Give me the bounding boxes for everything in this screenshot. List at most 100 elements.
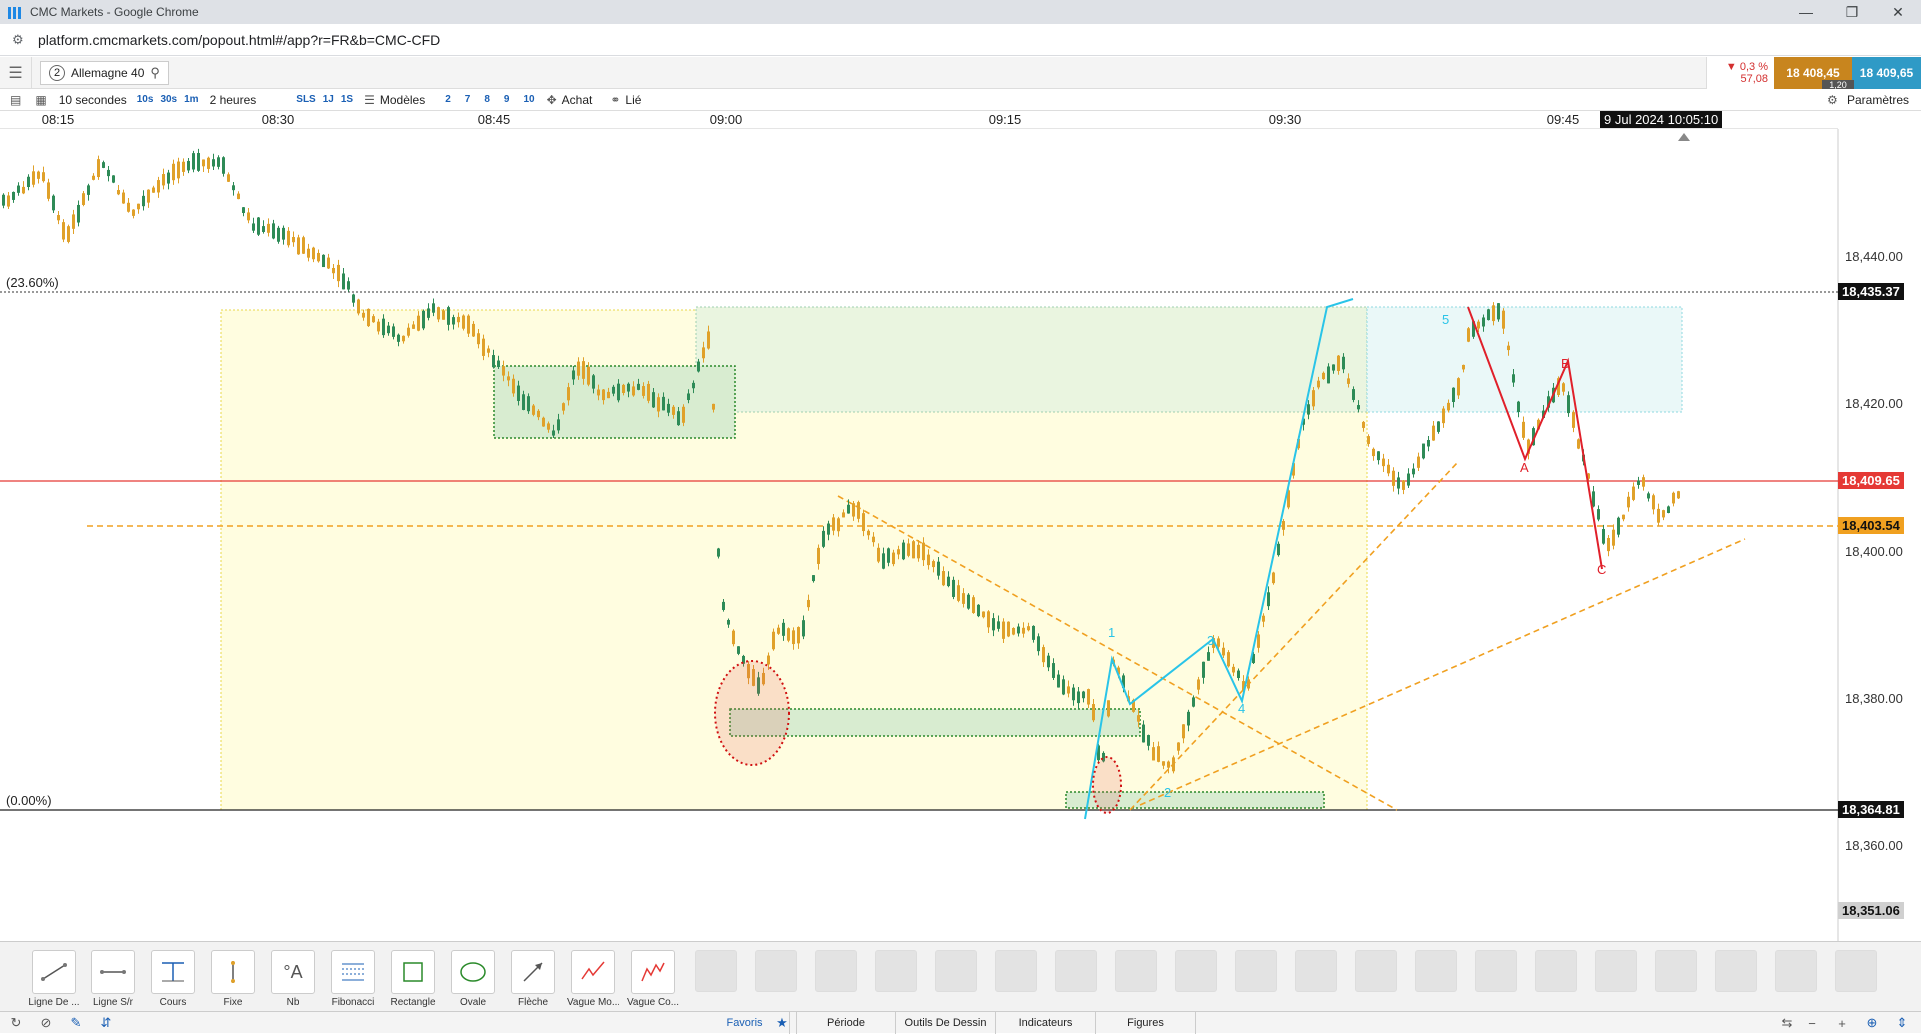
site-info-icon[interactable]: ⚙ <box>12 32 28 48</box>
zoom-out-icon[interactable]: − <box>1800 1012 1824 1034</box>
candle-body <box>1017 626 1020 634</box>
close-icon[interactable]: ✕ <box>1875 0 1921 24</box>
empty-tool-slot[interactable] <box>1770 950 1822 992</box>
candle-body <box>1642 477 1645 487</box>
tab-figures[interactable]: Figures <box>1096 1012 1196 1034</box>
empty-tool-slot[interactable] <box>1290 950 1342 992</box>
url-text[interactable]: platform.cmcmarkets.com/popout.html#/app… <box>38 32 440 48</box>
tab-indicateurs[interactable]: Indicateurs <box>996 1012 1096 1034</box>
tool-oval[interactable]: Ovale <box>447 950 499 1008</box>
empty-tool-slot[interactable] <box>1050 950 1102 992</box>
instrument-header: ☰ 2 Allemagne 40 ⚲ <box>0 56 1921 89</box>
menu-icon[interactable]: ☰ <box>0 56 32 89</box>
address-bar[interactable]: ⚙ platform.cmcmarkets.com/popout.html#/a… <box>0 24 1921 56</box>
candle-body <box>1207 652 1210 661</box>
buy-price-button[interactable]: 18 409,65 <box>1852 57 1921 89</box>
candle-body <box>872 536 875 543</box>
empty-tool-slot[interactable] <box>1710 950 1762 992</box>
tool-text[interactable]: °A Nb <box>267 950 319 1008</box>
empty-tool-slot[interactable] <box>1170 950 1222 992</box>
change-percent: ▼ 0,3 % <box>1725 61 1768 73</box>
empty-tool-slot[interactable] <box>1410 950 1462 992</box>
lie-button[interactable]: Lié <box>625 93 641 107</box>
search-icon[interactable]: ⚲ <box>150 65 160 81</box>
tool-price[interactable]: Cours <box>147 950 199 1008</box>
empty-tool-slot[interactable] <box>1590 950 1642 992</box>
candle-body <box>907 543 910 556</box>
interval-1m[interactable]: 1m <box>184 94 198 105</box>
empty-tool-slot[interactable] <box>1110 950 1162 992</box>
models-button[interactable]: Modèles <box>380 93 425 107</box>
empty-tool-slot[interactable] <box>1830 950 1882 992</box>
empty-tool-slot[interactable] <box>1230 950 1282 992</box>
tab-outils-de-dessin[interactable]: Outils De Dessin <box>896 1012 996 1034</box>
model-10[interactable]: 10 <box>523 94 534 105</box>
buy-chart-icon[interactable]: ✥ <box>547 93 557 107</box>
zoom-in-icon[interactable]: + <box>1830 1012 1854 1034</box>
tool-arrow[interactable]: Flèche <box>507 950 559 1008</box>
candle-body <box>667 403 670 413</box>
interval-select[interactable]: 10 secondes <box>59 93 127 107</box>
layout-icon[interactable]: ▦ <box>35 93 46 107</box>
model-8[interactable]: 8 <box>484 94 490 105</box>
candle-body <box>1402 480 1405 490</box>
empty-tool-slot[interactable] <box>690 950 742 992</box>
target-zone-green <box>695 306 1368 413</box>
tool-fibonacci[interactable]: Fibonacci <box>327 950 379 1008</box>
scroll-marker-icon <box>1678 133 1690 141</box>
period-1s[interactable]: 1S <box>341 94 353 105</box>
magnet-icon[interactable]: ⇵ <box>94 1012 118 1034</box>
tool-rectangle[interactable]: Rectangle <box>387 950 439 1008</box>
refresh-icon[interactable]: ↻ <box>4 1012 28 1034</box>
period-select[interactable]: 2 heures <box>210 93 257 107</box>
candle-body <box>1647 493 1650 499</box>
empty-tool-slot[interactable] <box>930 950 982 992</box>
candle-body <box>122 192 125 204</box>
minimize-icon[interactable]: — <box>1783 0 1829 24</box>
empty-tool-slot[interactable] <box>1350 950 1402 992</box>
link-icon[interactable]: ⚭ <box>610 93 620 107</box>
fit-icon[interactable]: ⇕ <box>1890 1012 1914 1034</box>
list-icon[interactable]: ▤ <box>10 93 21 107</box>
model-2[interactable]: 2 <box>445 94 451 105</box>
candle-body <box>1362 421 1365 428</box>
empty-tool-slot[interactable] <box>750 950 802 992</box>
model-9[interactable]: 9 <box>504 94 510 105</box>
time-label: 08:30 <box>261 112 295 127</box>
tool-corrective-wave[interactable]: Vague Co... <box>627 950 679 1008</box>
price-chart[interactable]: 1 2 3 4 5 A B C (23.60%) (0.00%) <box>0 129 1921 941</box>
tool-impulse-wave[interactable]: Vague Mo... <box>567 950 619 1008</box>
candle-body <box>112 175 115 183</box>
empty-tool-slot[interactable] <box>1650 950 1702 992</box>
candle-body <box>1417 456 1420 468</box>
empty-tool-slot[interactable] <box>1470 950 1522 992</box>
settings-label[interactable]: Paramètres <box>1847 93 1909 107</box>
pencil-icon[interactable]: ✎ <box>64 1012 88 1034</box>
candle-body <box>1462 364 1465 370</box>
period-1j[interactable]: 1J <box>323 94 334 105</box>
restore-icon[interactable]: ❐ <box>1829 0 1875 24</box>
period-sls[interactable]: SLS <box>296 94 315 105</box>
candle-body <box>342 273 345 290</box>
crosshair-icon[interactable]: ⊕ <box>1860 1012 1884 1034</box>
empty-tool-slot[interactable] <box>990 950 1042 992</box>
settings-icon[interactable]: ⚙ <box>1827 93 1838 107</box>
instrument-selector[interactable]: 2 Allemagne 40 ⚲ <box>40 60 169 85</box>
empty-tool-slot[interactable] <box>870 950 922 992</box>
tool-trend-line[interactable]: Ligne De ... <box>28 950 80 1008</box>
no-draw-icon[interactable]: ⊘ <box>34 1012 58 1034</box>
candle-body <box>322 254 325 268</box>
interval-10s[interactable]: 10s <box>137 94 154 105</box>
candle-body <box>802 620 805 637</box>
reset-icon[interactable]: ⇆ <box>1775 1012 1799 1034</box>
empty-tool-slot[interactable] <box>1530 950 1582 992</box>
star-icon[interactable]: ★ <box>770 1012 794 1034</box>
empty-tool-slot[interactable] <box>810 950 862 992</box>
tool-sr-line[interactable]: Ligne S/r <box>87 950 139 1008</box>
models-icon[interactable]: ☰ <box>364 93 375 107</box>
interval-30s[interactable]: 30s <box>160 94 177 105</box>
tool-fixed[interactable]: Fixe <box>207 950 259 1008</box>
tab-periode[interactable]: Période <box>796 1012 896 1034</box>
achat-button[interactable]: Achat <box>562 93 593 107</box>
model-7[interactable]: 7 <box>465 94 471 105</box>
